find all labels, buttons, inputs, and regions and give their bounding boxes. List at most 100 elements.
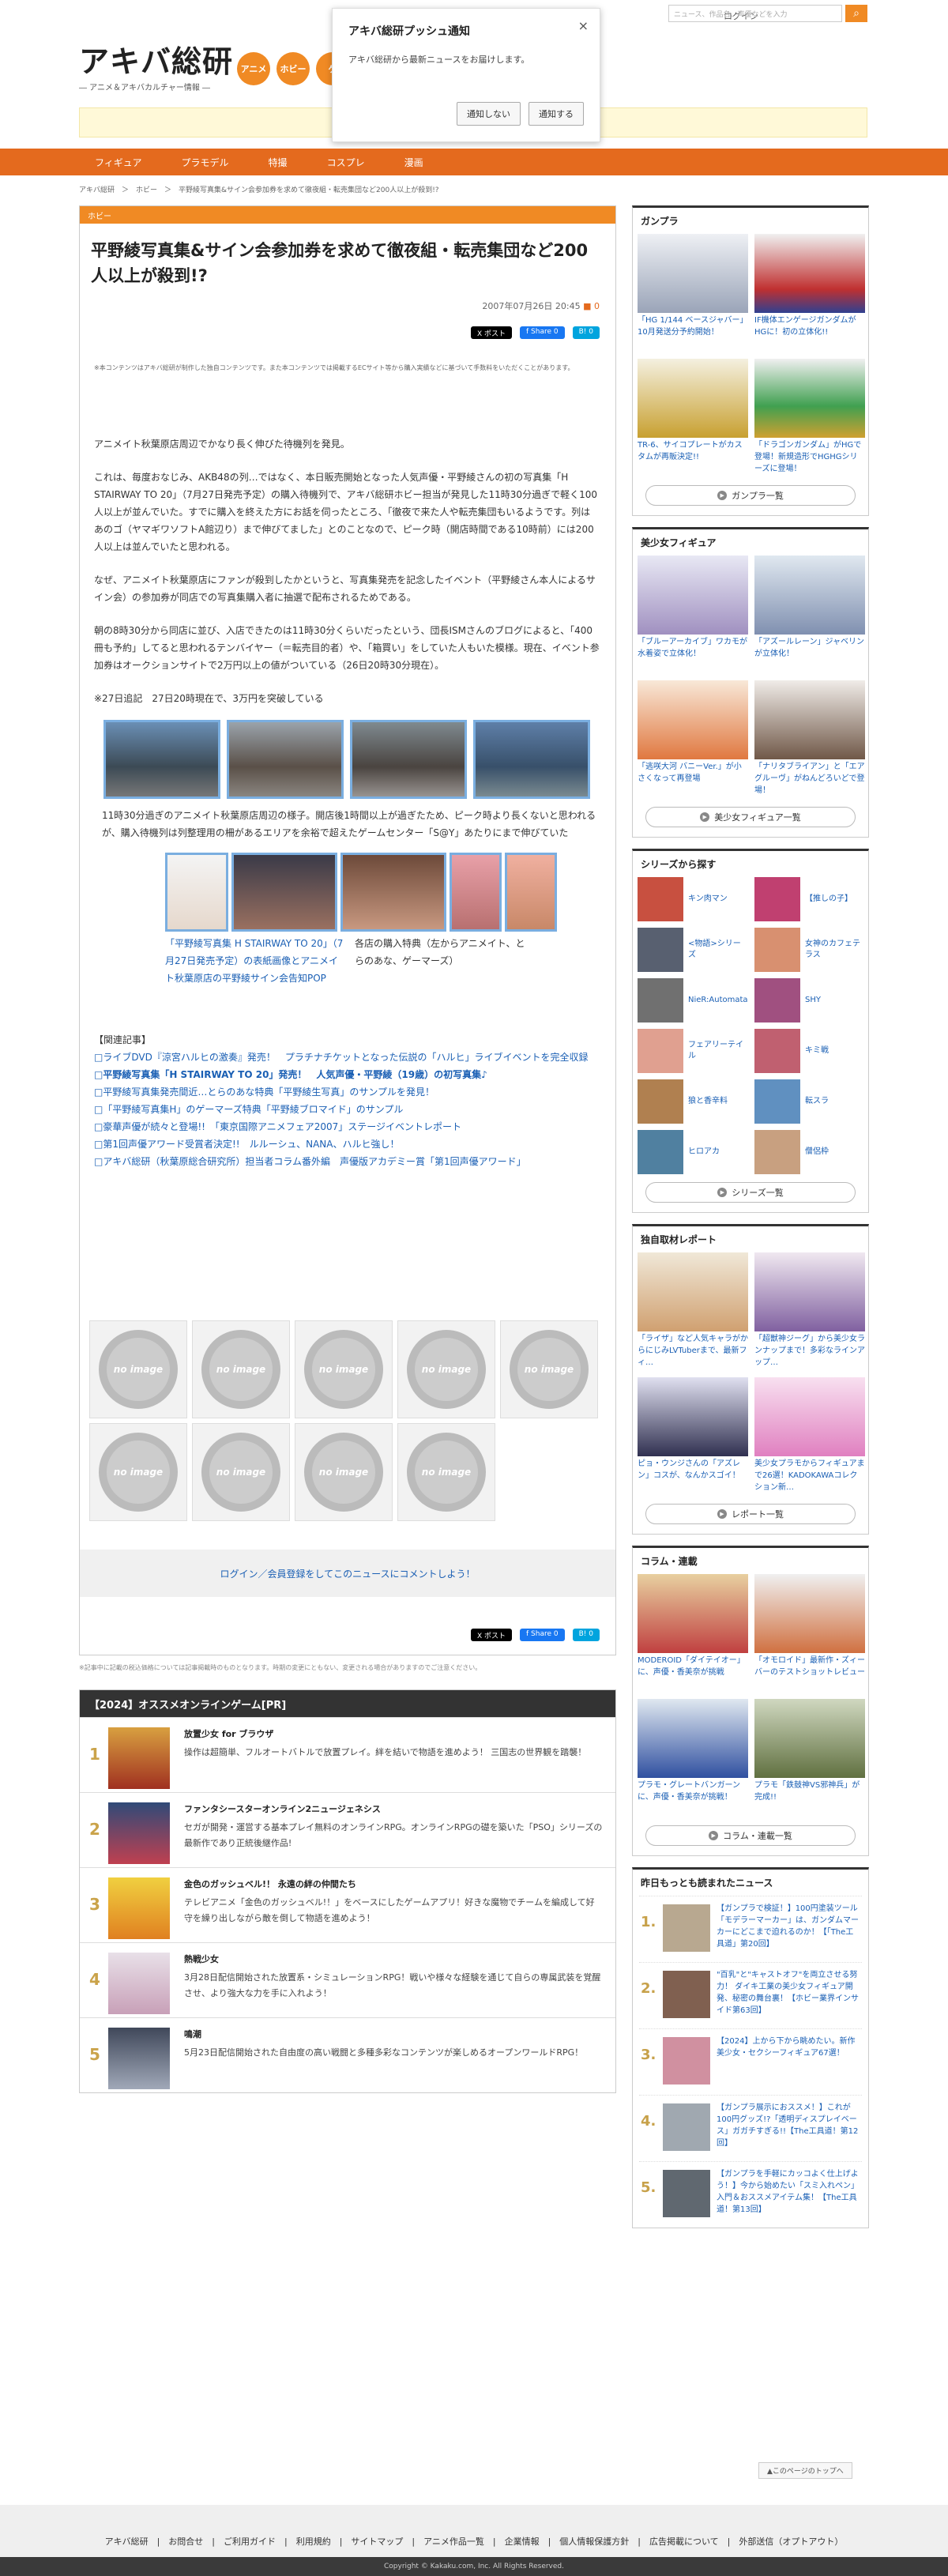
close-icon[interactable]: × [578,18,589,33]
popular-link[interactable]: 【ガンプラ展示におススメ！】これが100円グッズ!?「透明ディスプレイベース」ガ… [717,2102,859,2149]
share-hatena-button[interactable]: B! 0 [572,1629,600,1641]
figure-image[interactable] [638,680,748,759]
column-item[interactable]: プラモ・グレートバンガーンに、声優・香美奈が挑戦！ [638,1699,748,1817]
report-link[interactable]: 「ライザ」など人気キャラがからにじみLVTuberまで、最新フィ… [638,1333,748,1371]
game-thumbnail[interactable] [108,1727,170,1789]
no-image-thumbnail[interactable]: no image [192,1423,290,1521]
site-logo[interactable]: アキバ総研 ― アニメ＆アキバカルチャー情報 ― [79,44,233,93]
report-item[interactable]: 美少女プラモからフィギュアまで26選！KADOKAWAコレクション新… [754,1377,865,1496]
nav-item-plamodel[interactable]: プラモデル [182,156,229,169]
series-link[interactable]: <物語>シリーズ [688,939,748,961]
game-thumbnail[interactable] [108,1953,170,2014]
series-link[interactable]: 【推しの子】 [805,894,852,905]
queue-photo[interactable] [473,720,590,799]
popular-news-item[interactable]: 2. "百乳"と"キャストオフ"を両立させる努力！ ダイキ工業の美少女フィギュア開… [639,1962,862,2028]
gunpla-link[interactable]: 「ドラゴンガンダム」がHGで登場！新規造形でHGHGシリーズに登場！ [754,439,865,477]
figure-item[interactable]: 「ブルーアーカイブ」ワカモが水着姿で立体化！ [638,555,748,674]
report-image[interactable] [638,1377,748,1456]
game-name[interactable]: 鳴潮 [184,2028,201,2040]
popular-link[interactable]: 【ガンプラで検証！】100円塗装ツール「モデラーマーカー」は、ガンダムマーカーに… [717,1903,859,1950]
series-link[interactable]: 女神のカフェテラス [805,939,865,961]
column-link[interactable]: プラモ・グレートバンガーンに、声優・香美奈が挑戦！ [638,1779,748,1817]
column-item[interactable]: プラモ「鉄鼓神VS邪神兵」が完成!! [754,1699,865,1817]
series-item[interactable]: 女神のカフェテラス [754,928,865,972]
category-anime[interactable]: アニメ [237,52,270,85]
gunpla-item[interactable]: TR-6、サイコプレートがカスタムが再販決定!! [638,359,748,477]
gunpla-item[interactable]: 「ドラゴンガンダム」がHGで登場！新規造形でHGHGシリーズに登場！ [754,359,865,477]
game-thumbnail[interactable] [108,2028,170,2089]
popular-news-item[interactable]: 4. 【ガンプラ展示におススメ！】これが100円グッズ!?「透明ディスプレイベース… [639,2095,862,2161]
nav-item-figure[interactable]: フィギュア [95,156,142,169]
deny-notification-button[interactable]: 通知しない [457,102,521,126]
series-item[interactable]: 転スラ [754,1079,865,1124]
column-link[interactable]: 「オモロイド」最新作・ズィーバーのテストショットレビュー [754,1655,865,1693]
series-item[interactable]: SHY [754,978,865,1022]
no-image-thumbnail[interactable]: no image [500,1320,598,1418]
popular-link[interactable]: 【ガンプラを手軽にカッコよく仕上げよう！】今から始めたい「スミ入れペン」入門＆お… [717,2168,859,2216]
series-link[interactable]: NieR:Automata [688,995,748,1006]
game-thumbnail[interactable] [108,1877,170,1939]
bonus-photo[interactable] [450,853,502,932]
share-x-button[interactable]: X ポスト [471,1629,513,1641]
series-link[interactable]: ヒロアカ [688,1147,720,1158]
no-image-thumbnail[interactable]: no image [89,1320,187,1418]
series-item[interactable]: <物語>シリーズ [638,928,748,972]
column-image[interactable] [638,1699,748,1778]
popular-news-item[interactable]: 1. 【ガンプラで検証！】100円塗装ツール「モデラーマーカー」は、ガンダムマーカ… [639,1896,862,1962]
popular-thumbnail[interactable] [663,1971,710,2018]
series-link[interactable]: 僧侶枠 [805,1147,829,1158]
column-link[interactable]: MODEROID「ダイテイオー」に、声優・香美奈が挑戦 [638,1655,748,1693]
report-link[interactable]: 「超獣神ジーグ」から美少女ランナップまで！多彩なラインアップ… [754,1333,865,1371]
figure-item[interactable]: 「ナリタブライアン」と「エアグルーヴ」がねんどろいどで登場！ [754,680,865,799]
series-item[interactable]: キミ戦 [754,1029,865,1073]
breadcrumb[interactable]: アキバ総研 ＞ ホビー ＞ 平野綾写真集&サイン会参加券を求めて徹夜組・転売集団… [79,184,439,194]
game-thumbnail[interactable] [108,1802,170,1864]
nav-item-tokusatsu[interactable]: 特撮 [269,156,288,169]
series-item[interactable]: フェアリーテイル [638,1029,748,1073]
popular-news-item[interactable]: 3. 【2024】上から下から眺めたい。新作美少女・セクシーフィギュア67選！ [639,2028,862,2095]
no-image-thumbnail[interactable]: no image [295,1423,393,1521]
popular-thumbnail[interactable] [663,1904,710,1952]
figure-link[interactable]: 「逃咲大河 バニーVer.」が小さくなって再登場 [638,761,748,799]
gunpla-link[interactable]: TR-6、サイコプレートがカスタムが再販決定!! [638,439,748,477]
search-button[interactable]: ⌕ [845,5,867,22]
series-item[interactable]: 狼と香辛料 [638,1079,748,1124]
no-image-thumbnail[interactable]: no image [192,1320,290,1418]
gunpla-link[interactable]: IF機体エンゲージガンダムがHGに！初の立体化!! [754,314,865,352]
no-image-thumbnail[interactable]: no image [397,1423,495,1521]
queue-photo[interactable] [103,720,220,799]
share-facebook-button[interactable]: f Share 0 [520,1629,565,1641]
gunpla-item[interactable]: 「HG 1/144 ベースジャバー」10月発送分予約開始！ [638,234,748,352]
footer-links[interactable]: アキバ総研 | お問合せ | ご利用ガイド | 利用規約 | サイトマップ | … [0,2535,948,2548]
series-item[interactable]: 【推しの子】 [754,877,865,921]
related-link[interactable]: □平野綾写真集発売間近…とらのあな特典「平野綾生写真」のサンプルを発見！ [94,1083,600,1101]
report-item[interactable]: 「ライザ」など人気キャラがからにじみLVTuberまで、最新フィ… [638,1252,748,1371]
game-name[interactable]: ファンタシースターオンライン2ニュージェネシス [184,1802,381,1815]
figure-item[interactable]: 「アズールレーン」ジャベリンが立体化！ [754,555,865,674]
game-item[interactable]: 1 放置少女 for ブラウザ 操作は超簡単、フルオートバトルで放置プレイ。絆を… [80,1717,615,1792]
figure-link[interactable]: 「ナリタブライアン」と「エアグルーヴ」がねんどろいどで登場！ [754,761,865,799]
figure-image[interactable] [638,555,748,635]
series-link[interactable]: フェアリーテイル [688,1040,748,1062]
related-link[interactable]: □アキバ総研（秋葉原総合研究所）担当者コラム番外編 声優版アカデミー賞「第1回声… [94,1153,600,1170]
report-link[interactable]: 美少女プラモからフィギュアまで26選！KADOKAWAコレクション新… [754,1458,865,1496]
popular-thumbnail[interactable] [663,2170,710,2217]
related-link[interactable]: □平野綾写真集「H STAIRWAY TO 20」発売！ 人気声優・平野綾（19… [94,1066,600,1083]
series-link[interactable]: キミ戦 [805,1045,829,1056]
figure-more-button[interactable]: ▶ 美少女フィギュア一覧 [645,807,856,827]
series-item[interactable]: キン肉マン [638,877,748,921]
report-image[interactable] [754,1252,865,1331]
gunpla-image[interactable] [754,359,865,438]
popular-news-item[interactable]: 5. 【ガンプラを手軽にカッコよく仕上げよう！】今から始めたい「スミ入れペン」入門… [639,2161,862,2228]
series-item[interactable]: NieR:Automata [638,978,748,1022]
series-item[interactable]: ヒロアカ [638,1130,748,1174]
figure-link[interactable]: 「ブルーアーカイブ」ワカモが水着姿で立体化！ [638,636,748,674]
gunpla-image[interactable] [638,359,748,438]
figure-link[interactable]: 「アズールレーン」ジャベリンが立体化！ [754,636,865,674]
gunpla-item[interactable]: IF機体エンゲージガンダムがHGに！初の立体化!! [754,234,865,352]
category-hobby[interactable]: ホビー [276,52,310,85]
report-item[interactable]: ピョ・ウンジさんの「アズレン」コスが、なんかスゴイ！ [638,1377,748,1496]
bonus-photo[interactable] [340,853,446,932]
column-link[interactable]: プラモ「鉄鼓神VS邪神兵」が完成!! [754,1779,865,1817]
comment-count-icon[interactable]: ■ 0 [583,301,600,311]
